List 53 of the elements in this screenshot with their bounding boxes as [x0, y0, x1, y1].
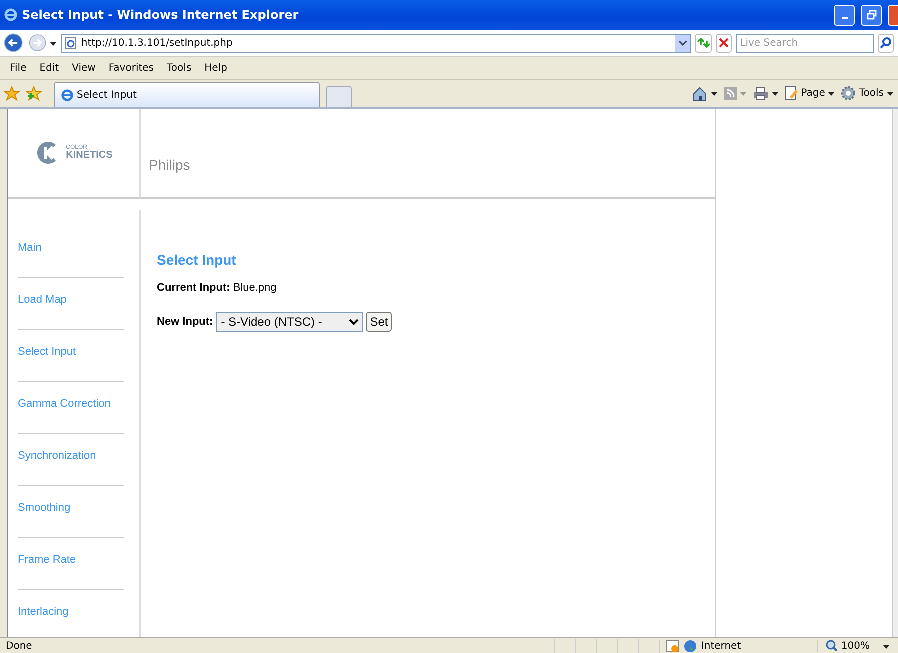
tools-menu-button[interactable]: Tools: [841, 86, 894, 101]
search-button[interactable]: [878, 34, 894, 52]
dropdown-arrow-icon[interactable]: [772, 92, 780, 96]
browser-tab[interactable]: Select Input: [54, 82, 320, 107]
zone-label: Internet: [701, 640, 742, 652]
menu-item[interactable]: Favorites: [102, 62, 162, 74]
dropdown-button[interactable]: [675, 34, 690, 52]
printer-icon[interactable]: [753, 86, 770, 100]
restore-button[interactable]: [861, 4, 882, 26]
dropdown-arrow-icon[interactable]: [50, 42, 58, 46]
dropdown-arrow-icon[interactable]: [887, 92, 894, 96]
brand-name: Philips: [149, 157, 190, 173]
page-icon: [65, 37, 78, 49]
page-menu-button[interactable]: Page: [785, 86, 836, 101]
address-field[interactable]: http://10.1.3.101/setInput.php: [61, 34, 692, 52]
back-button[interactable]: [4, 31, 25, 55]
menu-item[interactable]: File: [4, 62, 34, 74]
browser-logo-icon: [61, 88, 74, 102]
restore-icon: [866, 10, 876, 20]
field-label: Current Input:: [157, 282, 230, 294]
close-icon: [718, 38, 729, 48]
dropdown-arrow-icon[interactable]: [883, 644, 890, 648]
field-value: Blue.png: [233, 282, 277, 294]
menu-item[interactable]: Edit: [34, 62, 66, 74]
security-icon: [666, 640, 680, 652]
search-field[interactable]: Live Search: [736, 34, 874, 52]
gear-icon: [841, 86, 856, 101]
menu-item[interactable]: Tools: [161, 62, 199, 74]
home-icon[interactable]: [692, 86, 708, 102]
set-button[interactable]: Set: [366, 312, 392, 332]
browser-logo-icon: [4, 8, 18, 22]
dropdown-arrow-icon[interactable]: [828, 92, 836, 96]
refresh-button[interactable]: [695, 34, 712, 52]
minimize-button[interactable]: [834, 4, 855, 26]
window-title: Select Input - Windows Internet Explorer: [22, 8, 299, 22]
menu-item[interactable]: View: [66, 62, 103, 74]
input-select[interactable]: - S-Video (NTSC) -: [216, 312, 364, 332]
search-icon: [880, 37, 892, 49]
logo-text: KINETICS: [66, 151, 113, 161]
star-icon[interactable]: [4, 86, 20, 102]
zoom-icon: [826, 640, 838, 652]
field-label: New Input:: [157, 316, 214, 328]
chevron-icon: [678, 40, 687, 46]
zoom-button[interactable]: 100%: [817, 640, 898, 652]
stop-button[interactable]: [716, 34, 732, 52]
dropdown-arrow-icon[interactable]: [711, 92, 718, 96]
menu-item[interactable]: Help: [198, 62, 234, 74]
refresh-icon: [696, 38, 711, 48]
page-heading: Select Input: [157, 252, 236, 268]
status-text: Done: [6, 640, 32, 652]
close-button[interactable]: [888, 4, 898, 26]
globe-icon: [684, 640, 698, 652]
page-icon: [785, 86, 798, 101]
